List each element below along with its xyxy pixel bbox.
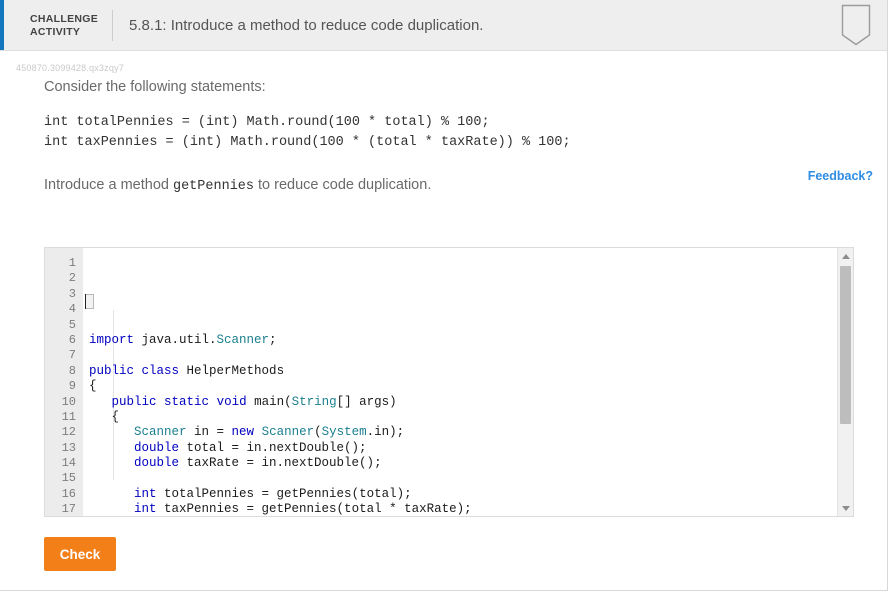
- code-editor[interactable]: 1 2 3 4 5 6 7 8 9 10 11 12 13 14 15 16 1…: [44, 247, 854, 517]
- chevron-up-icon: [841, 253, 850, 259]
- line-number: 9: [68, 379, 76, 394]
- line-number: 14: [61, 456, 76, 471]
- feedback-link[interactable]: Feedback?: [808, 169, 873, 183]
- question-prompt: Consider the following statements: int t…: [0, 51, 887, 197]
- code-line: double total = in.nextDouble();: [134, 440, 367, 455]
- line-number: 4: [68, 302, 76, 317]
- line-number: 17: [61, 502, 76, 517]
- line-number: 8: [68, 363, 76, 378]
- text-caret: [85, 294, 86, 310]
- line-number: 1: [68, 256, 76, 270]
- line-number: 7: [68, 348, 76, 363]
- code-text-area[interactable]: import java.util.Scanner; public class H…: [83, 248, 837, 516]
- badge-line-2: ACTIVITY: [30, 25, 81, 38]
- code-line: public class HelperMethods: [89, 363, 285, 378]
- line-number: 2: [68, 271, 76, 286]
- challenge-activity-page: CHALLENGE ACTIVITY 5.8.1: Introduce a me…: [0, 0, 888, 591]
- activity-header: CHALLENGE ACTIVITY 5.8.1: Introduce a me…: [0, 0, 887, 51]
- scrollbar-thumb[interactable]: [840, 266, 851, 424]
- bookmark-button[interactable]: [841, 0, 887, 50]
- question-id: 450870.3099428.qx3zqy7: [16, 63, 124, 73]
- line-number: 3: [68, 286, 76, 301]
- check-button[interactable]: Check: [44, 537, 116, 571]
- code-line: public static void main(String[] args): [111, 394, 397, 409]
- editor-vertical-scrollbar[interactable]: [837, 248, 853, 516]
- code-line: int taxPennies = getPennies(total * taxR…: [134, 502, 472, 516]
- prompt-instruction: Introduce a method getPennies to reduce …: [44, 175, 887, 197]
- page-title: 5.8.1: Introduce a method to reduce code…: [129, 16, 484, 34]
- line-number-gutter: 1 2 3 4 5 6 7 8 9 10 11 12 13 14 15 16 1…: [45, 248, 83, 516]
- challenge-activity-badge: CHALLENGE ACTIVITY: [4, 10, 114, 41]
- line-number: 11: [61, 409, 76, 424]
- instruction-method-name: getPennies: [172, 179, 254, 194]
- snippet-line-2: int taxPennies = (int) Math.round(100 * …: [44, 135, 571, 150]
- line-number: 13: [61, 440, 76, 455]
- line-number: 16: [61, 486, 76, 501]
- activity-body: 450870.3099428.qx3zqy7 Consider the foll…: [0, 51, 887, 571]
- snippet-line-1: int totalPennies = (int) Math.round(100 …: [44, 115, 490, 130]
- code-line: double taxRate = in.nextDouble();: [134, 456, 382, 471]
- line-number: 6: [68, 332, 76, 347]
- code-line: int totalPennies = getPennies(total);: [134, 486, 412, 501]
- instruction-prefix: Introduce a method: [44, 177, 173, 193]
- code-line: import java.util.Scanner;: [89, 333, 277, 348]
- instruction-suffix: to reduce code duplication.: [254, 177, 432, 193]
- chevron-down-icon: [841, 505, 850, 511]
- code-line: {: [89, 409, 120, 424]
- matching-brace-highlight: [85, 294, 94, 310]
- bookmark-outline-icon: [841, 4, 871, 46]
- scroll-up-button[interactable]: [838, 248, 853, 264]
- line-number: 12: [61, 425, 76, 440]
- prompt-intro: Consider the following statements:: [44, 79, 266, 95]
- line-number: 15: [61, 471, 76, 486]
- line-number: 10: [61, 394, 76, 409]
- code-line: Scanner in = new Scanner(System.in);: [134, 425, 405, 440]
- scroll-down-button[interactable]: [838, 500, 853, 516]
- code-line: {: [89, 379, 97, 394]
- badge-line-1: CHALLENGE: [30, 12, 99, 25]
- line-number: 5: [68, 317, 76, 332]
